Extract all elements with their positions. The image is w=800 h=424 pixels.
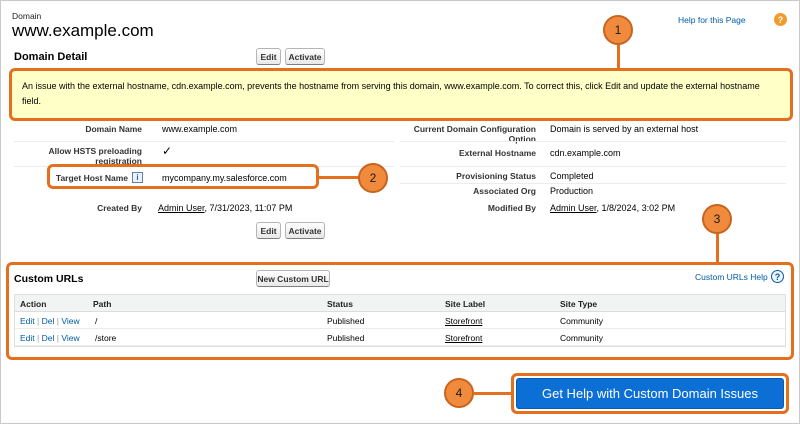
help-icon[interactable]: ? (774, 13, 787, 26)
created-by-value: Admin User, 7/31/2023, 11:07 PM (158, 203, 292, 213)
modified-by-label: Modified By (487, 203, 536, 213)
associated-org-value: Production (550, 186, 594, 196)
config-option-value: Domain is served by an external host (550, 124, 699, 134)
callout-leader-3 (716, 233, 719, 263)
breadcrumb: Domain (12, 11, 42, 21)
callout-leader-4 (474, 392, 512, 395)
external-host-value: cdn.example.com (550, 148, 621, 158)
domain-name-label: Domain Name (85, 124, 142, 134)
callout-box-2 (47, 164, 319, 189)
activate-button-bottom[interactable]: Activate (285, 222, 325, 239)
row-divider (400, 166, 786, 167)
hsts-checkmark-icon: ✓ (162, 144, 173, 158)
external-host-label: External Hostname (459, 148, 536, 158)
hsts-label: Allow HSTS preloading registration (48, 146, 142, 166)
callout-box-3 (6, 262, 794, 360)
callout-number-1: 1 (603, 15, 633, 45)
callout-leader-2 (319, 176, 361, 179)
created-by-user-link[interactable]: Admin User (158, 203, 205, 213)
callout-number-4: 4 (444, 378, 474, 408)
provisioning-label: Provisioning Status (456, 171, 536, 181)
callout-box-1 (9, 68, 793, 121)
created-by-date: , 7/31/2023, 11:07 PM (204, 203, 293, 213)
activate-button-top[interactable]: Activate (285, 48, 325, 65)
created-by-label: Created By (97, 203, 142, 213)
provisioning-value: Completed (550, 171, 594, 181)
edit-button-bottom[interactable]: Edit (256, 222, 281, 239)
row-divider (400, 141, 786, 142)
section-title-domain-detail: Domain Detail (14, 51, 88, 63)
domain-name-value: www.example.com (162, 124, 238, 134)
row-divider (400, 183, 786, 184)
associated-org-label: Associated Org (473, 186, 536, 196)
row-divider (14, 141, 394, 142)
callout-box-4 (511, 373, 789, 414)
modified-by-value: Admin User, 1/8/2024, 3:02 PM (550, 203, 675, 213)
callout-number-2: 2 (358, 163, 388, 193)
edit-button-top[interactable]: Edit (256, 48, 281, 65)
page-title: www.example.com (12, 21, 154, 40)
callout-leader-1 (617, 44, 620, 69)
help-for-page-link[interactable]: Help for this Page (678, 15, 746, 25)
callout-number-3: 3 (702, 204, 732, 234)
modified-by-user-link[interactable]: Admin User (550, 203, 597, 213)
modified-by-date: , 1/8/2024, 3:02 PM (596, 203, 676, 213)
